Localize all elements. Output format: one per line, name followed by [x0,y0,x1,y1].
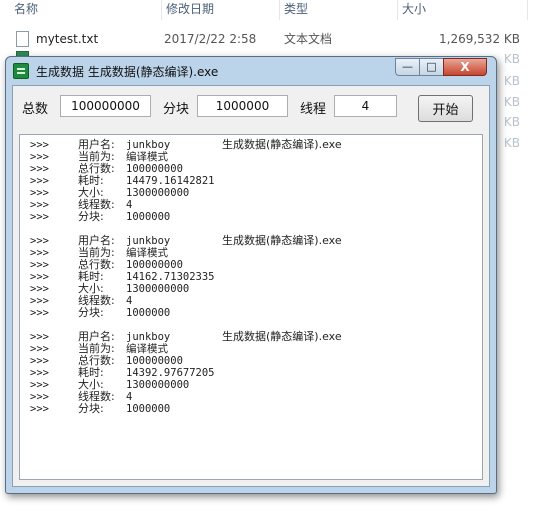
log-prompt: >>> [30,379,49,391]
file-size: KB [503,74,520,88]
maximize-button[interactable]: □ [419,58,444,76]
window-client-area: 总数 分块 线程 开始 >>>用户名:junkboy生成数据(静态编译).exe… [12,85,490,487]
file-size: KB [503,52,520,66]
start-button[interactable]: 开始 [418,95,473,122]
log-key: 分块: [78,402,104,415]
log-value: 编译模式 [126,247,168,259]
log-value: 编译模式 [126,151,168,163]
window-title: 生成数据 生成数据(静态编译).exe [36,65,219,79]
block-label: 分块 [163,102,190,117]
total-input[interactable] [60,95,151,117]
total-label: 总数 [22,102,49,117]
file-row[interactable]: mytest.txt 2017/2/22 2:58 文本文档 1,269,532… [0,28,548,50]
file-modified: 2017/2/22 2:58 [164,32,257,46]
log-value: 4 [126,391,133,403]
log-value: 1000000 [126,403,171,415]
log-value: 4 [126,295,133,307]
log-value: 1300000000 [126,187,190,199]
log-value: 1300000000 [126,379,190,391]
file-name: mytest.txt [36,32,99,46]
log-value: 1000000 [126,307,171,319]
file-size: KB [503,115,520,129]
log-prompt: >>> [30,283,49,295]
log-exe-name: 生成数据(静态编译).exe [222,138,342,151]
log-prompt: >>> [30,199,49,211]
maximize-icon: □ [426,60,437,73]
app-icon [13,63,29,79]
log-value: 14392.97677205 [126,367,215,379]
log-prompt: >>> [30,331,49,343]
output-log[interactable]: >>> 用户名: junkboy 生成数据(静态编译).exe >>> 当前为: 编译模式 >… [19,134,483,480]
log-prompt: >>> [30,235,49,247]
log-value: 100000000 [126,355,183,367]
log-prompt: >>> [30,211,49,223]
file-size: KB [503,136,520,150]
log-value: 100000000 [126,259,183,271]
close-icon: X [460,60,470,74]
log-prompt: >>> [30,175,49,187]
threads-label: 线程 [300,102,327,117]
log-value: 4 [126,199,133,211]
log-value: 100000000 [126,163,183,175]
minimize-button[interactable]: — [395,58,420,76]
threads-input[interactable] [334,95,397,117]
log-prompt: >>> [30,343,49,355]
log-prompt: >>> [30,355,49,367]
text-file-icon [16,31,29,47]
block-input[interactable] [197,95,288,117]
log-prompt: >>> [30,163,49,175]
column-header-type[interactable]: 类型 [280,0,398,20]
column-header-size[interactable]: 大小 [398,0,528,20]
file-size: KB [503,95,520,109]
log-key: 分块: [78,306,104,319]
file-type: 文本文档 [284,32,333,46]
log-value: 1300000000 [126,283,190,295]
log-value: 14162.71302335 [126,271,215,283]
log-value: junkboy [126,235,171,247]
log-prompt: >>> [30,367,49,379]
log-exe-name: 生成数据(静态编译).exe [222,330,342,343]
log-prompt: >>> [30,403,49,415]
column-header-name[interactable]: 名称 [10,0,162,20]
log-prompt: >>> [30,151,49,163]
log-value: 1000000 [126,211,171,223]
title-bar[interactable]: 生成数据 生成数据(静态编译).exe — □ X [6,57,496,85]
file-size: 1,269,532 KB [439,32,520,46]
log-key: 分块: [78,210,104,223]
log-prompt: >>> [30,139,49,151]
log-prompt: >>> [30,307,49,319]
log-prompt: >>> [30,187,49,199]
log-prompt: >>> [30,259,49,271]
log-value: junkboy [126,331,171,343]
log-prompt: >>> [30,295,49,307]
minimize-icon: — [402,60,413,73]
log-prompt: >>> [30,271,49,283]
log-value: 编译模式 [126,343,168,355]
close-button[interactable]: X [443,58,487,76]
column-header-modified[interactable]: 修改日期 [162,0,280,20]
generate-data-window[interactable]: 生成数据 生成数据(静态编译).exe — □ X 总数 分块 线程 开始 >>… [5,56,497,494]
log-prompt: >>> [30,391,49,403]
log-value: junkboy [126,139,171,151]
log-prompt: >>> [30,247,49,259]
log-exe-name: 生成数据(静态编译).exe [222,234,342,247]
log-value: 14479.16142821 [126,175,215,187]
